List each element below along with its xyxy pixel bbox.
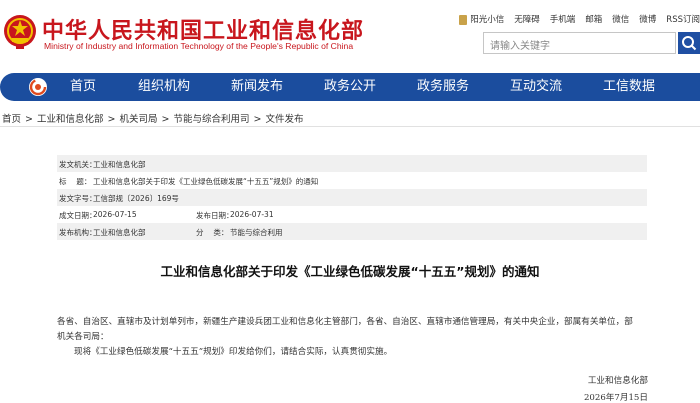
document-signer: 工业和信息化部 (587, 376, 648, 386)
nav-news[interactable]: 新闻发布 (231, 73, 283, 101)
breadcrumb-home[interactable]: 首页 (2, 114, 21, 125)
document-date: 2026年7月15日 (583, 393, 648, 403)
meta-category-label: 分 类： (196, 228, 229, 237)
meta-issuer-label: 发文机关： (59, 160, 97, 169)
sunshine-link[interactable]: 阳光小信 (459, 13, 504, 25)
breadcrumb-separator: > (25, 114, 33, 125)
meta-pubbody-label: 发布机构： (59, 228, 97, 237)
breadcrumb-energy-dept[interactable]: 节能与综合利用司 (173, 114, 249, 125)
search-icon (682, 36, 697, 51)
nav-home[interactable]: 首页 (70, 73, 96, 101)
meta-issuer-value: 工业和信息化部 (93, 160, 146, 169)
document-title: 工业和信息化部关于印发《工业绿色低碳发展“十五五”规划》的通知 (160, 264, 540, 279)
meta-row-docno: 发文字号： 工信部规〔2026〕169号 (57, 189, 647, 206)
mobile-link[interactable]: 手机端 (550, 13, 576, 25)
meta-subject-value: 工业和信息化部关于印发《工业绿色低碳发展“十五五”规划》的通知 (93, 177, 319, 186)
meta-pubbody-value: 工业和信息化部 (93, 228, 146, 237)
meta-row-issuer: 发文机关： 工业和信息化部 (57, 155, 647, 172)
national-emblem-icon (4, 15, 36, 49)
meta-published-label: 发布日期： (196, 211, 234, 220)
nav-organization[interactable]: 组织机构 (138, 73, 190, 101)
sunshine-label: 阳光小信 (470, 15, 505, 25)
meta-category-value: 节能与综合利用 (230, 228, 283, 237)
wechat-link[interactable]: 微信 (612, 13, 629, 25)
main-nav: 首页 组织机构 新闻发布 政务公开 政务服务 互动交流 工信数据 (0, 73, 700, 101)
breadcrumb-ministry[interactable]: 工业和信息化部 (37, 114, 104, 125)
miit-logo-icon (29, 78, 47, 96)
breadcrumb-divider (0, 126, 700, 127)
breadcrumb-separator: > (107, 114, 116, 125)
breadcrumb-documents[interactable]: 文件发布 (265, 114, 303, 125)
sunshine-icon (459, 14, 468, 25)
meta-row-pubbody: 发布机构： 工业和信息化部 分 类： 节能与综合利用 (57, 223, 647, 240)
site-header: 中华人民共和国工业和信息化部 Ministry of Industry and … (0, 0, 700, 72)
meta-created-label: 成文日期： (59, 211, 97, 220)
site-subtitle: Ministry of Industry and Information Tec… (44, 41, 354, 51)
nav-services[interactable]: 政务服务 (417, 73, 469, 101)
meta-row-subject: 标 题： 工业和信息化部关于印发《工业绿色低碳发展“十五五”规划》的通知 (57, 172, 647, 189)
meta-published-value: 2026-07-31 (230, 210, 274, 219)
document-paragraph-addressee-line2: 机关各司局： (57, 332, 109, 342)
rss-link[interactable]: RSS订阅 (666, 13, 700, 25)
search-input[interactable]: 请输入关键字 (483, 32, 676, 54)
document-paragraph-body: 现将《工业绿色低碳发展“十五五”规划》印发给你们，请结合实际，认真贯彻实施。 (74, 347, 393, 357)
meta-created-value: 2026-07-15 (93, 210, 137, 219)
meta-row-dates: 成文日期： 2026-07-15 发布日期： 2026-07-31 (57, 206, 647, 223)
document-paragraph-addressee-line1: 各省、自治区、直辖市及计划单列市，新疆生产建设兵团工业和信息化主管部门，各省、自… (57, 317, 633, 327)
top-links: 阳光小信 无障碍 手机端 邮箱 微信 微博 RSS订阅 (449, 12, 700, 26)
meta-docno-value: 工信部规〔2026〕169号 (93, 194, 179, 203)
breadcrumb-separator: > (161, 114, 170, 125)
meta-subject-label: 标 题： (59, 177, 92, 186)
breadcrumb-separator: > (253, 114, 262, 125)
nav-interaction[interactable]: 互动交流 (510, 73, 562, 101)
nav-data[interactable]: 工信数据 (603, 73, 655, 101)
search-button[interactable] (678, 32, 700, 54)
breadcrumb: 首页 > 工业和信息化部 > 机关司局 > 节能与综合利用司 > 文件发布 (2, 111, 303, 125)
mail-link[interactable]: 邮箱 (585, 13, 602, 25)
accessibility-link[interactable]: 无障碍 (514, 13, 540, 25)
breadcrumb-departments[interactable]: 机关司局 (119, 114, 157, 125)
meta-docno-label: 发文字号： (59, 194, 97, 203)
weibo-link[interactable]: 微博 (639, 13, 656, 25)
nav-disclosure[interactable]: 政务公开 (324, 73, 376, 101)
